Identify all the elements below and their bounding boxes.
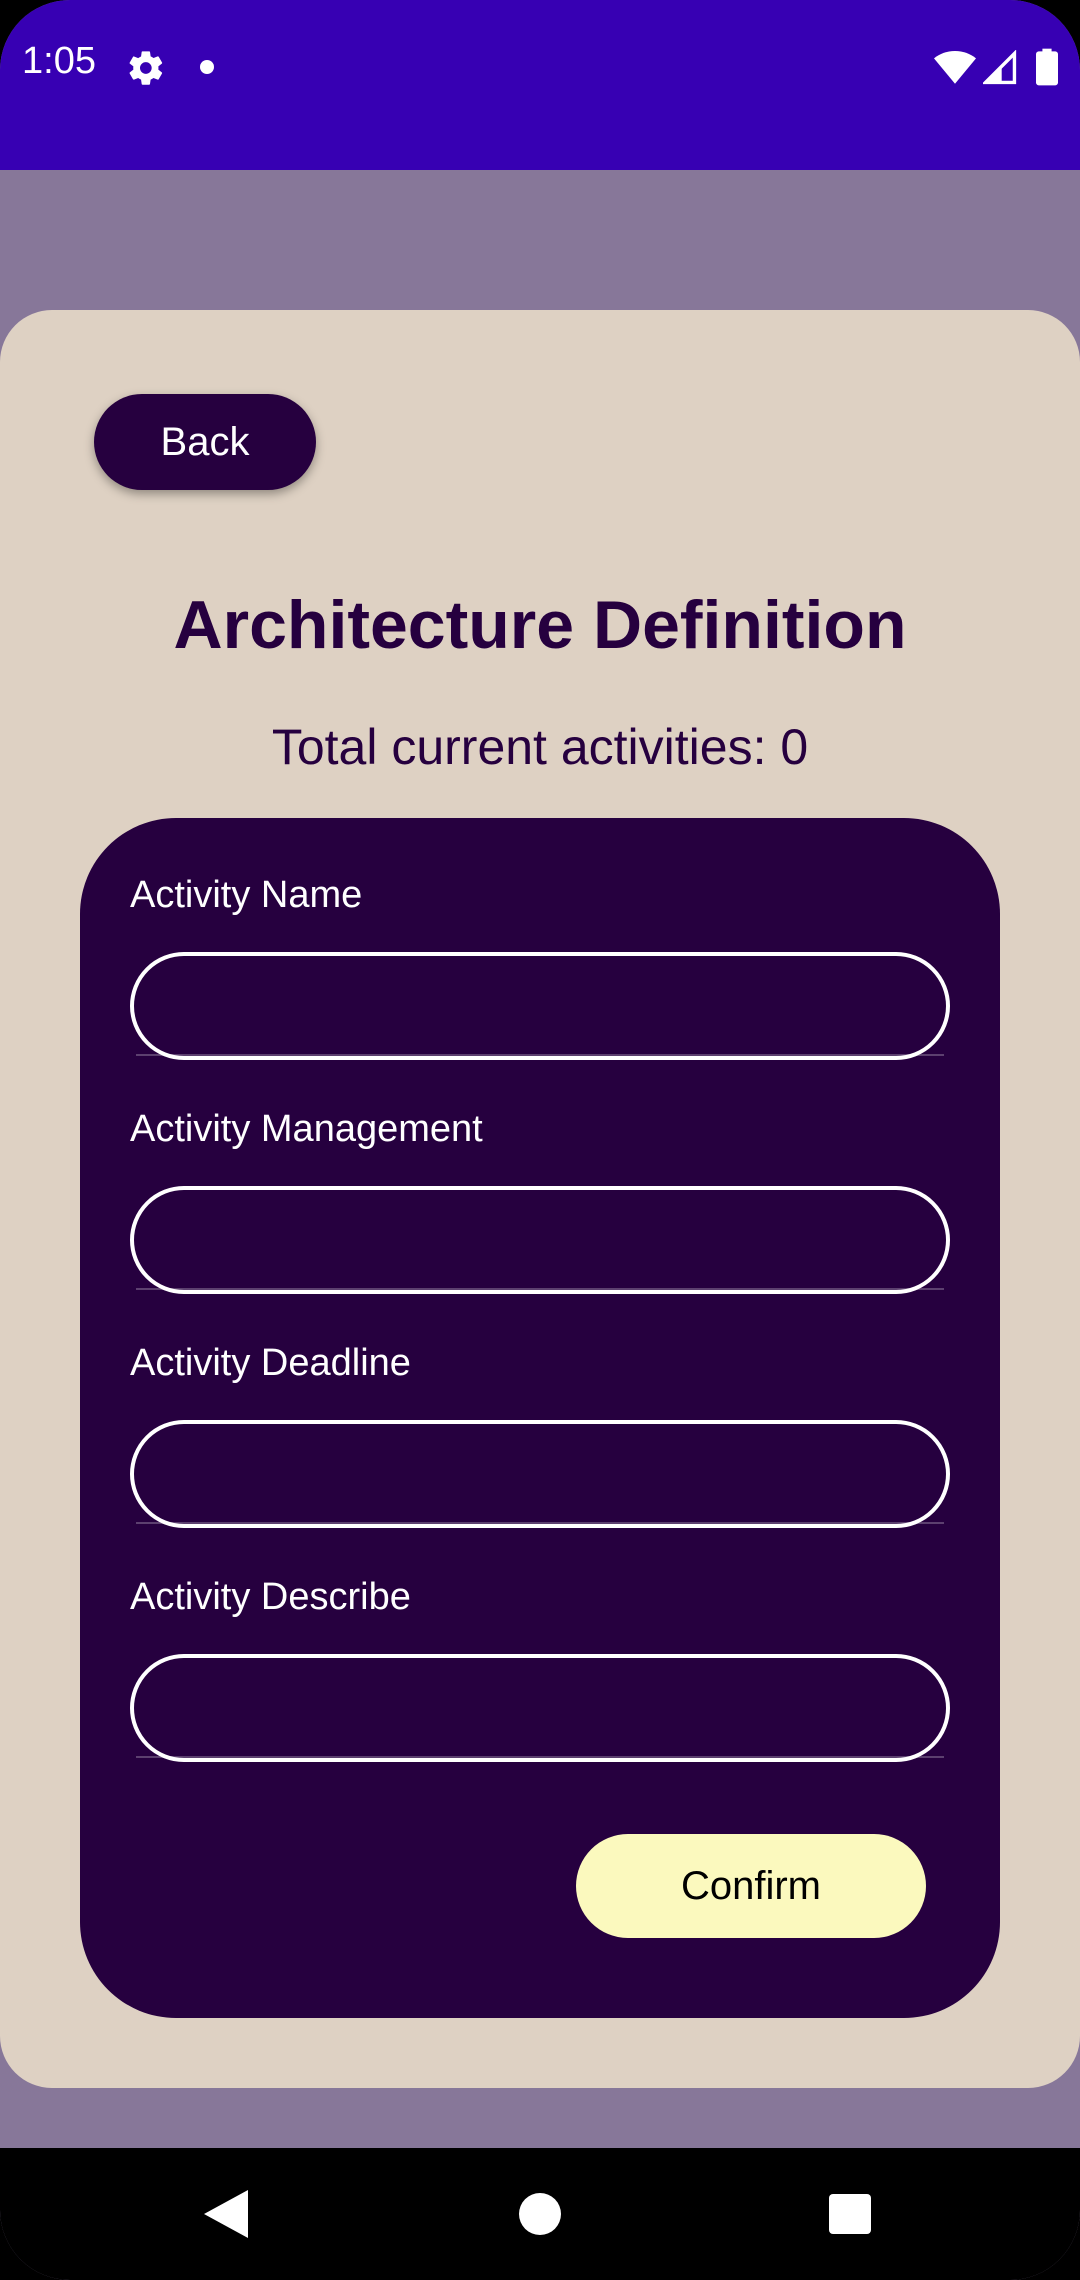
activity-count: Total current activities: 0 [271,719,809,775]
activity-name-input[interactable] [130,952,950,1060]
content-panel: Back Architecture Definition Total curre… [0,310,1080,2088]
status-bar: 1:05 [0,0,1080,170]
activity-management-label: Activity Management [130,1108,483,1150]
signal-icon [983,50,1017,85]
recents-square-icon[interactable] [829,2194,871,2234]
battery-icon [1036,48,1058,86]
activity-management-input[interactable] [130,1186,950,1294]
status-time: 1:05 [22,40,96,82]
home-circle-icon[interactable] [519,2193,561,2235]
activity-deadline-label: Activity Deadline [130,1342,411,1384]
page-title: Architecture Definition [173,587,907,663]
wifi-icon [934,51,976,84]
back-triangle-icon[interactable] [204,2190,248,2238]
back-button[interactable]: Back [94,394,316,490]
notification-dot-icon [200,60,214,74]
confirm-button[interactable]: Confirm [576,1834,926,1938]
activity-management-underline [136,1288,944,1290]
activity-deadline-input[interactable] [130,1420,950,1528]
activity-describe-input[interactable] [130,1654,950,1762]
activity-name-label: Activity Name [130,874,363,916]
navigation-bar [0,2148,1080,2280]
activity-describe-label: Activity Describe [130,1576,411,1618]
gear-icon [129,51,163,85]
activity-name-underline [136,1054,944,1056]
activity-describe-underline [136,1756,944,1758]
activity-deadline-underline [136,1522,944,1524]
activity-form: Activity Name Activity Management Activi… [80,818,1000,2018]
app-screen: 1:05 Back Architecture Definition Total … [0,0,1080,2280]
